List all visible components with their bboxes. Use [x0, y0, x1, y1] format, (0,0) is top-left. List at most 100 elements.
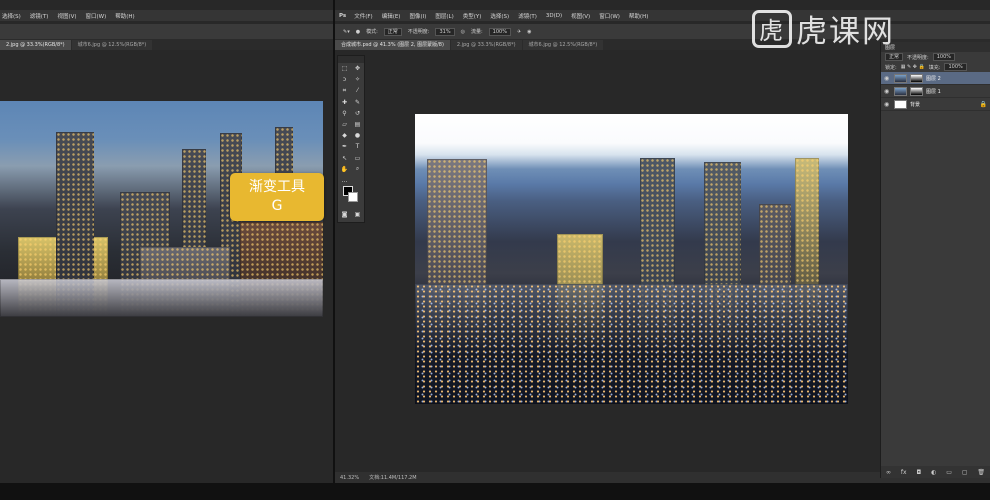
eye-icon[interactable]: ◉ — [884, 88, 891, 95]
pressure-opacity-icon[interactable]: ◎ — [461, 29, 465, 35]
crop-icon[interactable]: ⌗ — [340, 87, 350, 95]
lock-icons[interactable]: ▦ ✎ ✥ 🔒 — [901, 64, 925, 70]
trash-icon[interactable]: 🗑 — [977, 469, 985, 476]
lock-label: 锁定: — [885, 64, 897, 71]
layer-mask-thumbnail[interactable] — [910, 86, 923, 96]
eraser-icon[interactable]: ▱ — [340, 121, 350, 128]
blend-mode-select[interactable]: 正常 — [885, 53, 904, 61]
path-select-icon[interactable]: ↖ — [340, 155, 350, 162]
menu-view[interactable]: 视图(V) — [57, 12, 76, 20]
city-sprawl — [415, 284, 848, 404]
layer-row-background[interactable]: ◉ 背景 🔒 — [881, 98, 990, 111]
brand-watermark: 虎 虎课网 — [752, 6, 895, 51]
tab-city6[interactable]: 城市6.jpg @ 12.5%(RGB/8*) — [71, 40, 153, 50]
eye-icon[interactable]: ◉ — [884, 75, 891, 82]
layer-row-1[interactable]: ◉ 图层 1 — [881, 85, 990, 98]
pressure-size-icon[interactable]: ◉ — [527, 29, 531, 35]
stamp-icon[interactable]: ⚲ — [340, 110, 350, 117]
hand-icon[interactable]: ✋ — [340, 166, 350, 173]
toolbox-row: ◆ ● — [338, 130, 364, 141]
layer-mask-thumbnail[interactable] — [910, 73, 923, 83]
left-options-bar — [0, 24, 333, 39]
menu-file[interactable]: 文件(F) — [354, 12, 372, 20]
layer-thumbnail — [894, 99, 907, 109]
tooltip-shortcut: G — [271, 198, 283, 214]
brush-icon[interactable]: ✎ — [353, 99, 363, 106]
layer-opacity-label: 不透明度: — [907, 54, 929, 61]
opacity-input[interactable]: 31% — [435, 27, 455, 36]
menu-view[interactable]: 视图(V) — [571, 12, 590, 20]
layer-row-2[interactable]: ◉ 图层 2 — [881, 72, 990, 85]
tab-2jpg[interactable]: 2.jpg @ 33.3%(RGB/8*) — [450, 40, 522, 50]
menu-filter[interactable]: 滤镜(T) — [518, 12, 537, 20]
toolbox-row: … — [338, 175, 364, 186]
tab-city6[interactable]: 城市6.jpg @ 12.5%(RGB/8*) — [522, 40, 604, 50]
toolbox-row: ↄ ✧ — [338, 74, 364, 85]
toolbox-row: ✒ T — [338, 141, 364, 152]
left-tab-bar: 2.jpg @ 33.3%(RGB/8*) 城市6.jpg @ 12.5%(RG… — [0, 39, 333, 50]
dodge-icon[interactable]: ● — [353, 132, 363, 139]
quick-select-icon[interactable]: ✧ — [353, 76, 363, 83]
brush-preset-icon[interactable]: ● — [356, 29, 360, 35]
layer-thumbnail — [894, 73, 907, 83]
toolbox-row: ▱ ▤ — [338, 119, 364, 130]
layer-thumbnail — [894, 86, 907, 96]
layers-panel-footer: ∞ fx ◘ ◐ ▭ ▢ 🗑 — [881, 466, 990, 478]
eyedropper-icon[interactable]: ⁄ — [353, 87, 363, 94]
marquee-icon[interactable]: ⬚ — [340, 65, 350, 72]
menu-image[interactable]: 图像(I) — [409, 12, 426, 20]
taskbar-strip — [0, 483, 333, 500]
lock-icon: 🔒 — [979, 100, 987, 108]
pen-icon[interactable]: ✒ — [340, 143, 350, 150]
mode-select[interactable]: 正常 — [383, 27, 402, 36]
gradient-icon[interactable]: ▤ — [353, 121, 363, 128]
blur-icon[interactable]: ◆ — [340, 132, 350, 139]
flow-input[interactable]: 100% — [488, 27, 511, 36]
layer-opacity-input[interactable]: 100% — [932, 53, 955, 61]
history-brush-icon[interactable]: ↺ — [353, 110, 363, 117]
menu-select[interactable]: 选择(S) — [490, 12, 509, 20]
toolbox-row: ⚲ ↺ — [338, 108, 364, 119]
menu-window[interactable]: 窗口(W) — [86, 12, 107, 20]
fx-icon[interactable]: fx — [901, 469, 907, 476]
menu-edit[interactable]: 编辑(E) — [382, 12, 401, 20]
zoom-icon[interactable]: ⌕ — [353, 165, 363, 173]
screen: 选择(S) 滤镜(T) 视图(V) 窗口(W) 帮助(H) 2.jpg @ 33… — [0, 0, 990, 500]
doc-size: 文档:11.4M/117.2M — [369, 475, 417, 481]
add-mask-icon[interactable]: ◘ — [916, 469, 921, 476]
menu-type[interactable]: 类型(Y) — [463, 12, 482, 20]
toolbox-header — [338, 56, 364, 63]
menu-3d[interactable]: 3D(D) — [546, 13, 562, 19]
new-layer-icon[interactable]: ▢ — [962, 469, 968, 476]
lasso-icon[interactable]: ↄ — [340, 76, 350, 83]
layer-name: 图层 1 — [926, 88, 941, 95]
adjustment-icon[interactable]: ◐ — [931, 469, 936, 476]
type-icon[interactable]: T — [353, 143, 363, 150]
eye-icon[interactable]: ◉ — [884, 101, 891, 108]
watermark-logo-icon: 虎 — [752, 9, 792, 48]
link-icon[interactable]: ∞ — [886, 469, 891, 476]
menu-filter[interactable]: 滤镜(T) — [30, 12, 49, 20]
quick-mask-icon[interactable]: ◙ — [340, 211, 350, 218]
brush-tool-icon[interactable]: ✎▾ — [343, 29, 350, 35]
menu-window[interactable]: 窗口(W) — [599, 12, 620, 20]
menu-help[interactable]: 帮助(H) — [629, 12, 648, 20]
tab-2jpg[interactable]: 2.jpg @ 33.3%(RGB/8*) — [0, 40, 71, 50]
opacity-label: 不透明度: — [407, 29, 430, 35]
screen-mode-icon[interactable]: ▣ — [353, 211, 363, 218]
airbrush-icon[interactable]: ✈ — [517, 29, 521, 35]
healing-icon[interactable]: ✚ — [340, 99, 350, 106]
fill-label: 填充: — [928, 64, 941, 71]
left-photoshop-window: 选择(S) 滤镜(T) 视图(V) 窗口(W) 帮助(H) 2.jpg @ 33… — [0, 0, 333, 500]
tab-composite[interactable]: 合成城市.psd @ 41.3% (图层 2, 图层蒙版/8) — [335, 40, 450, 50]
shape-icon[interactable]: ▭ — [353, 155, 363, 162]
background-color-swatch[interactable] — [348, 192, 358, 202]
menu-layer[interactable]: 图层(L) — [435, 12, 453, 20]
fill-input[interactable]: 100% — [944, 63, 967, 71]
folder-icon[interactable]: ▭ — [946, 469, 952, 476]
zoom-readout[interactable]: 41.32% — [340, 475, 359, 481]
menu-help[interactable]: 帮助(H) — [115, 12, 134, 20]
move-icon[interactable]: ✥ — [353, 65, 363, 72]
menu-select[interactable]: 选择(S) — [2, 12, 21, 20]
more-icon[interactable]: … — [340, 177, 350, 184]
